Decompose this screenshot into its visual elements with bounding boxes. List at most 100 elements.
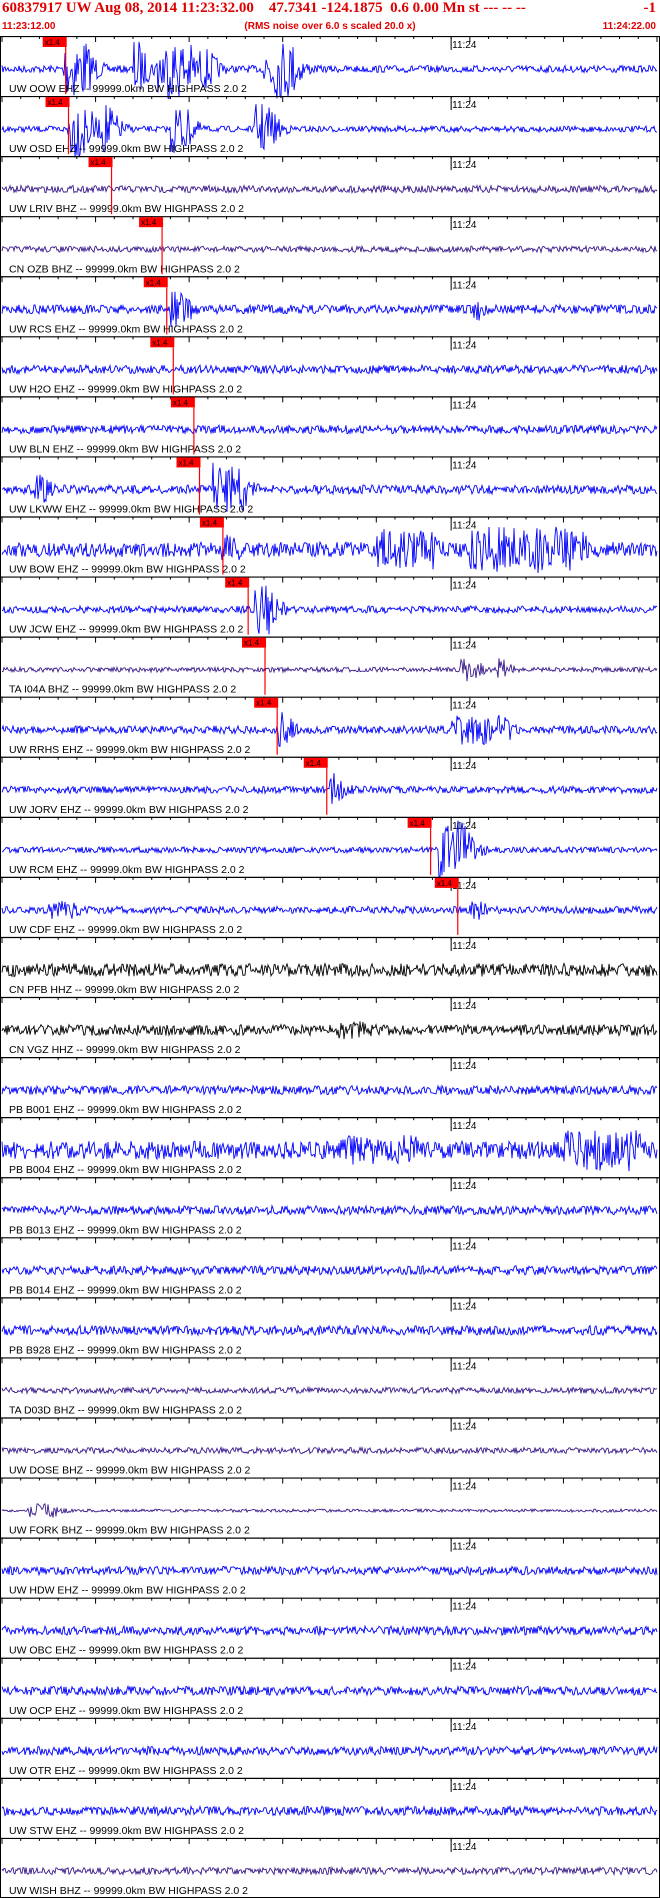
station-label: CN PFB HHZ -- 99999.0km BW HIGHPASS 2.0 … — [9, 984, 239, 996]
station-label: UW STW EHZ -- 99999.0km BW HIGHPASS 2.0 … — [9, 1825, 244, 1837]
trace-row: 11:24 UW HDW EHZ -- 99999.0km BW HIGHPASS… — [0, 1537, 660, 1597]
pick-label: x1.4 — [141, 218, 157, 227]
trace-row: 11:24 UW JCW EHZ -- 99999.0km BW HIGHPASS… — [0, 576, 660, 636]
end-time: 11:24:22.00 — [602, 21, 656, 32]
minute-label: 11:24 — [452, 521, 477, 532]
station-label: PB B001 EHZ -- 99999.0km BW HIGHPASS 2.0… — [9, 1104, 242, 1116]
minute-label: 11:24 — [452, 641, 477, 652]
minute-label: 11:24 — [452, 1001, 477, 1012]
trace-row: 11:24 UW H2O EHZ -- 99999.0km BW HIGHPASS… — [0, 336, 660, 395]
station-label: UW OOW EHZ -- 99999.0km BW HIGHPASS 2.0 … — [9, 83, 247, 95]
minute-label: 11:24 — [452, 280, 477, 291]
minute-label: 11:24 — [452, 1662, 477, 1673]
trace-row: 11:24 UW OOW EHZ -- 99999.0km BW HIGHPASS… — [0, 36, 660, 100]
pick-label: x1.4 — [202, 519, 218, 528]
trace-row: 11:24 UW OSD EHZ -- 99999.0km BW HIGHPASS… — [0, 95, 660, 158]
station-label: UW FORK BHZ -- 99999.0km BW HIGHPASS 2.0… — [9, 1525, 250, 1537]
station-label: CN VGZ HHZ -- 99999.0km BW HIGHPASS 2.0 … — [9, 1044, 241, 1056]
trace-row: 11:24UW CDF EHZ -- 99999.0km BW HIGHPASS… — [0, 876, 660, 936]
trace-row: 11:24 PB B013 EHZ -- 99999.0km BW HIGHPAS… — [0, 1177, 660, 1236]
waveform — [1, 184, 658, 195]
station-label: UW JCW EHZ -- 99999.0km BW HIGHPASS 2.0 … — [9, 624, 244, 636]
station-label: PB B928 EHZ -- 99999.0km BW HIGHPASS 2.0… — [9, 1344, 242, 1356]
pick-label: x1.4 — [45, 38, 61, 47]
trace-row: 11:24 UW JORV EHZ -- 99999.0km BW HIGHPAS… — [0, 756, 660, 816]
trace-row: 11:24 UW RCS EHZ -- 99999.0km BW HIGHPASS… — [0, 276, 660, 335]
waveform — [1, 1865, 658, 1877]
station-label: UW OTR EHZ -- 99999.0km BW HIGHPASS 2.0 … — [9, 1765, 243, 1777]
trace-row: 11:24 PB B928 EHZ -- 99999.0km BW HIGHPAS… — [0, 1297, 660, 1356]
waveform — [1, 1744, 658, 1757]
station-label: TA D03D BHZ -- 99999.0km BW HIGHPASS 2.0… — [9, 1404, 242, 1416]
station-label: UW CDF EHZ -- 99999.0km BW HIGHPASS 2.0 … — [9, 924, 242, 936]
minute-label: 11:24 — [452, 1301, 477, 1312]
trace-row: 11:24 UW OBC EHZ -- 99999.0km BW HIGHPASS… — [0, 1597, 660, 1657]
trace-row: 11:24 UW STW EHZ -- 99999.0km BW HIGHPASS… — [0, 1777, 660, 1837]
waveform — [1, 1084, 658, 1096]
minute-label: 11:24 — [452, 1181, 477, 1192]
pick-label: x1.4 — [410, 819, 426, 828]
waveform — [1, 363, 658, 376]
station-label: PB B004 EHZ -- 99999.0km BW HIGHPASS 2.0… — [9, 1164, 242, 1176]
minute-label: 11:24 — [452, 40, 477, 51]
waveform — [1, 1385, 658, 1395]
pick-label: x1.4 — [244, 639, 260, 648]
waveform — [1, 1021, 658, 1040]
trace-row: 11:24 UW RRHS EHZ -- 99999.0km BW HIGHPAS… — [0, 696, 660, 756]
waveform — [1, 1565, 658, 1577]
station-label: PB B013 EHZ -- 99999.0km BW HIGHPASS 2.0… — [9, 1224, 242, 1236]
trace-row: 11:24 CN OZB BHZ -- 99999.0km BW HIGHPASS… — [0, 216, 660, 275]
waveform — [1, 244, 658, 254]
pick-label: x1.4 — [173, 398, 189, 407]
trace-row: 11:24 UW WISH BHZ -- 99999.0km BW HIGHPAS… — [0, 1837, 660, 1897]
station-label: UW DOSE BHZ -- 99999.0km BW HIGHPASS 2.0… — [9, 1465, 251, 1477]
pick-label: x1.4 — [256, 699, 272, 708]
trace-row: 11:24 PB B001 EHZ -- 99999.0km BW HIGHPAS… — [0, 1056, 660, 1116]
minute-label: 11:24 — [452, 581, 477, 592]
trace-row: 11:24 CN VGZ HHZ -- 99999.0km BW HIGHPASS… — [0, 996, 660, 1056]
station-label: UW JORV EHZ -- 99999.0km BW HIGHPASS 2.0… — [9, 804, 249, 816]
minute-label: 11:24 — [452, 761, 477, 772]
minute-label: 11:24 — [452, 1361, 477, 1372]
minute-label: 11:24 — [452, 1421, 477, 1432]
minute-label: 11:24 — [452, 1542, 477, 1553]
station-label: UW LRIV BHZ -- 99999.0km BW HIGHPASS 2.0… — [9, 203, 244, 215]
waveform — [1, 423, 658, 436]
waveform — [1, 1684, 658, 1697]
minute-label: 11:24 — [452, 1842, 477, 1853]
waveform — [1, 901, 658, 920]
trace-row: 11:24 PB B004 EHZ -- 99999.0km BW HIGHPAS… — [0, 1117, 660, 1176]
station-label: UW BLN EHZ -- 99999.0km BW HIGHPASS 2.0 … — [9, 443, 241, 455]
waveform — [1, 1445, 658, 1456]
station-label: UW H2O EHZ -- 99999.0km BW HIGHPASS 2.0 … — [9, 383, 242, 395]
trace-row: 11:24 UW LKWW EHZ -- 99999.0km BW HIGHPAS… — [0, 456, 660, 516]
station-label: UW RCM EHZ -- 99999.0km BW HIGHPASS 2.0 … — [9, 864, 245, 876]
station-label: PB B014 EHZ -- 99999.0km BW HIGHPASS 2.0… — [9, 1284, 242, 1296]
minute-label: 11:24 — [452, 460, 477, 471]
pick-label: x1.4 — [91, 158, 107, 167]
event-title: 60837917 UW Aug 08, 2014 11:23:32.00 47.… — [2, 0, 526, 16]
minute-label: 11:24 — [452, 1121, 477, 1132]
trace-row: 11:24UW RCM EHZ -- 99999.0km BW HIGHPASS… — [0, 816, 660, 880]
waveform — [1, 1204, 658, 1217]
minute-label: 11:24 — [452, 400, 477, 411]
trace-row: 11:24 UW OTR EHZ -- 99999.0km BW HIGHPASS… — [0, 1717, 660, 1777]
station-label: TA I04A BHZ -- 99999.0km BW HIGHPASS 2.0… — [9, 684, 236, 696]
trace-row: 11:24 UW BOW EHZ -- 99999.0km BW HIGHPASS… — [0, 516, 660, 576]
station-label: UW BOW EHZ -- 99999.0km BW HIGHPASS 2.0 … — [9, 564, 246, 576]
station-label: UW RRHS EHZ -- 99999.0km BW HIGHPASS 2.0… — [9, 744, 251, 756]
record-header: 60837917 UW Aug 08, 2014 11:23:32.00 47.… — [0, 0, 660, 36]
waveform — [1, 658, 658, 682]
trace-row: 11:24 PB B014 EHZ -- 99999.0km BW HIGHPAS… — [0, 1237, 660, 1296]
station-label: UW LKWW EHZ -- 99999.0km BW HIGHPASS 2.0… — [9, 504, 253, 516]
trace-row: 11:24 UW BLN EHZ -- 99999.0km BW HIGHPASS… — [0, 396, 660, 455]
pick-label: x1.4 — [227, 579, 243, 588]
station-label: UW WISH BHZ -- 99999.0km BW HIGHPASS 2.0… — [9, 1885, 248, 1897]
trace-row: 11:24 CN PFB HHZ -- 99999.0km BW HIGHPASS… — [0, 936, 660, 996]
waveform — [1, 712, 658, 748]
trace-row: 11:24 UW OCP EHZ -- 99999.0km BW HIGHPASS… — [0, 1657, 660, 1717]
minute-label: 11:24 — [452, 160, 477, 171]
station-label: UW RCS EHZ -- 99999.0km BW HIGHPASS 2.0 … — [9, 323, 243, 335]
minute-label: 11:24 — [452, 1722, 477, 1733]
trace-row: 11:24 UW LRIV BHZ -- 99999.0km BW HIGHPAS… — [0, 156, 660, 215]
